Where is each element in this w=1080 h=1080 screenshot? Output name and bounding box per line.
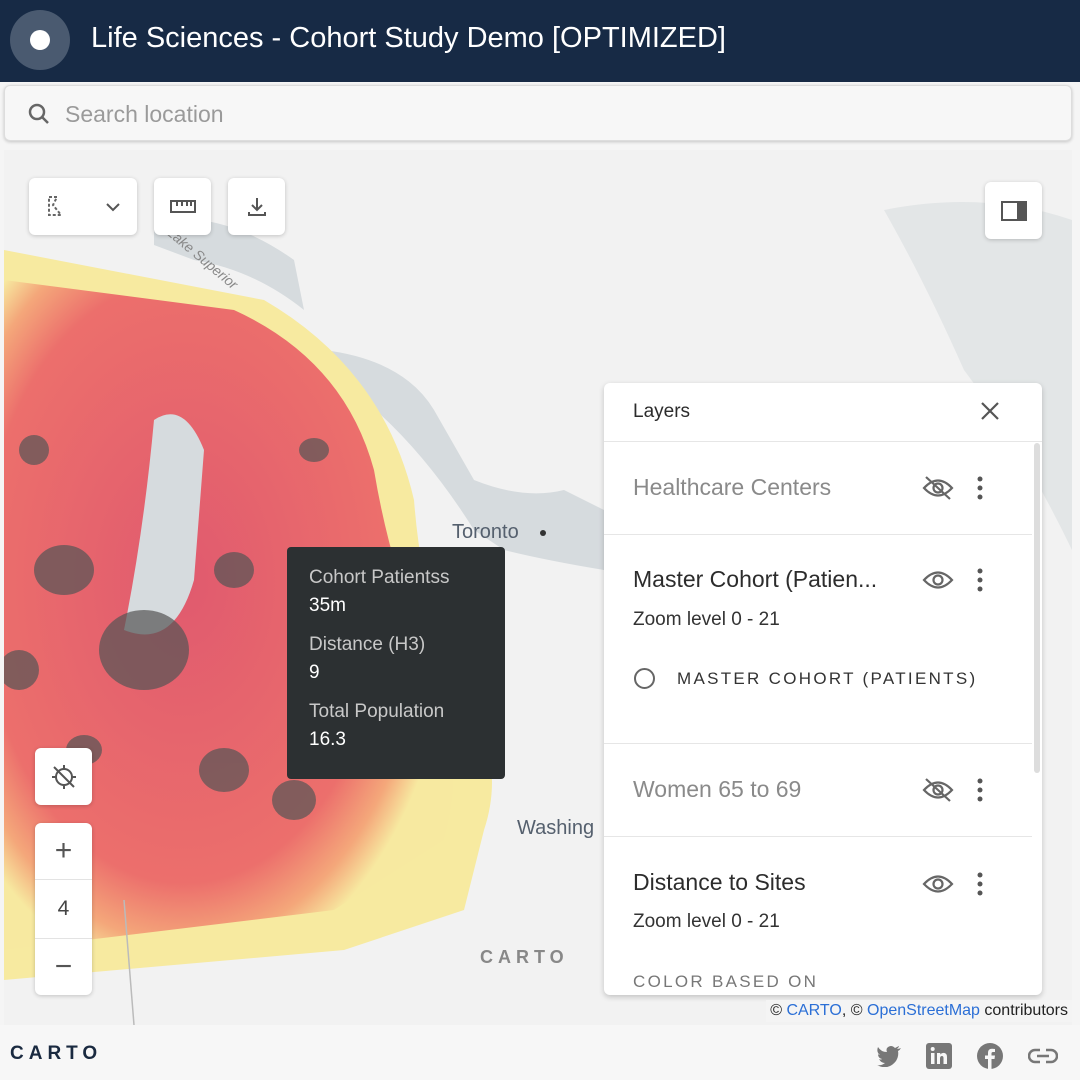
- more-options-icon[interactable]: [976, 872, 984, 896]
- layer-item-distance-to-sites[interactable]: Distance to Sites Zoom level 0 - 21 COLO…: [604, 837, 1032, 995]
- close-icon[interactable]: [978, 399, 1002, 423]
- linkedin-icon[interactable]: [926, 1043, 952, 1069]
- map-watermark: CARTO: [480, 947, 569, 967]
- toggle-panel-button[interactable]: [985, 182, 1042, 239]
- separator: , ©: [841, 1002, 863, 1019]
- tooltip-value: 35m: [309, 595, 346, 616]
- legend-label: MASTER COHORT (PATIENTS): [677, 669, 978, 688]
- download-icon: [247, 197, 266, 216]
- copyright-symbol: ©: [770, 1002, 782, 1019]
- zoom-control: + 4 −: [35, 823, 92, 995]
- map-attribution: © CARTO, © OpenStreetMap contributors: [766, 1000, 1072, 1022]
- layer-name: Women 65 to 69: [633, 776, 802, 802]
- link-icon[interactable]: [1028, 1048, 1058, 1064]
- eye-off-icon[interactable]: [922, 777, 954, 803]
- app-header: Life Sciences - Cohort Study Demo [OPTIM…: [0, 0, 1080, 82]
- layer-zoom-range: Zoom level 0 - 21: [633, 609, 780, 630]
- twitter-icon[interactable]: [876, 1045, 902, 1067]
- layer-item-master-cohort[interactable]: Master Cohort (Patien... Zoom level 0 - …: [604, 535, 1032, 744]
- search-input[interactable]: [65, 96, 965, 132]
- tooltip-label: Cohort Patientss: [309, 567, 450, 588]
- layer-item-healthcare-centers[interactable]: Healthcare Centers: [604, 442, 1032, 535]
- zoom-in-button[interactable]: +: [35, 823, 92, 880]
- footer: CARTO: [0, 1025, 1080, 1080]
- facebook-icon[interactable]: [976, 1042, 1004, 1070]
- attribution-suffix: contributors: [984, 1002, 1068, 1019]
- eye-icon[interactable]: [922, 871, 954, 897]
- tooltip-label: Total Population: [309, 701, 445, 722]
- layer-name: Healthcare Centers: [633, 474, 832, 500]
- map-label-toronto: Toronto: [452, 521, 519, 543]
- download-button[interactable]: [228, 178, 285, 235]
- locate-button[interactable]: [35, 748, 92, 805]
- sidebar-icon: [1000, 200, 1027, 221]
- section-label: COLOR BASED ON: [633, 972, 819, 991]
- zoom-level: 4: [57, 897, 70, 920]
- carto-link[interactable]: CARTO: [786, 1002, 841, 1019]
- layer-name: Distance to Sites: [633, 869, 806, 895]
- map-tooltip: Cohort Patientss 35m Distance (H3) 9 Tot…: [287, 547, 505, 779]
- polygon-draw-icon: [47, 195, 63, 216]
- osm-link[interactable]: OpenStreetMap: [867, 1002, 980, 1019]
- ruler-icon: [169, 199, 196, 213]
- map-label-washington: Washing: [517, 817, 595, 839]
- app-title: Life Sciences - Cohort Study Demo [OPTIM…: [91, 22, 726, 54]
- tooltip-value: 16.3: [309, 729, 346, 750]
- layer-zoom-range: Zoom level 0 - 21: [633, 911, 780, 932]
- tooltip-value: 9: [309, 662, 320, 683]
- app-logo[interactable]: [10, 10, 70, 70]
- layer-name: Master Cohort (Patien...: [633, 566, 878, 592]
- layer-item-women-65-69[interactable]: Women 65 to 69: [604, 744, 1032, 837]
- eye-off-icon[interactable]: [922, 475, 954, 501]
- toronto-dot: [540, 530, 546, 536]
- chevron-down-icon[interactable]: [104, 198, 122, 216]
- tooltip-label: Distance (H3): [309, 634, 426, 655]
- measure-button[interactable]: [154, 178, 211, 235]
- layers-panel: Layers Healthcare Centers Master Cohort …: [604, 383, 1042, 995]
- location-disabled-icon: [51, 764, 76, 789]
- search-icon: [28, 103, 49, 124]
- eye-icon[interactable]: [922, 567, 954, 593]
- scrollbar[interactable]: [1034, 443, 1040, 773]
- more-options-icon[interactable]: [976, 568, 984, 592]
- legend-circle-icon: [634, 668, 655, 689]
- layers-panel-title: Layers: [633, 401, 691, 422]
- draw-tool-button[interactable]: [29, 178, 137, 235]
- search-bar: [4, 85, 1072, 141]
- zoom-out-button[interactable]: −: [35, 938, 92, 995]
- more-options-icon[interactable]: [976, 476, 984, 500]
- carto-logo[interactable]: CARTO: [10, 1043, 102, 1065]
- more-options-icon[interactable]: [976, 778, 984, 802]
